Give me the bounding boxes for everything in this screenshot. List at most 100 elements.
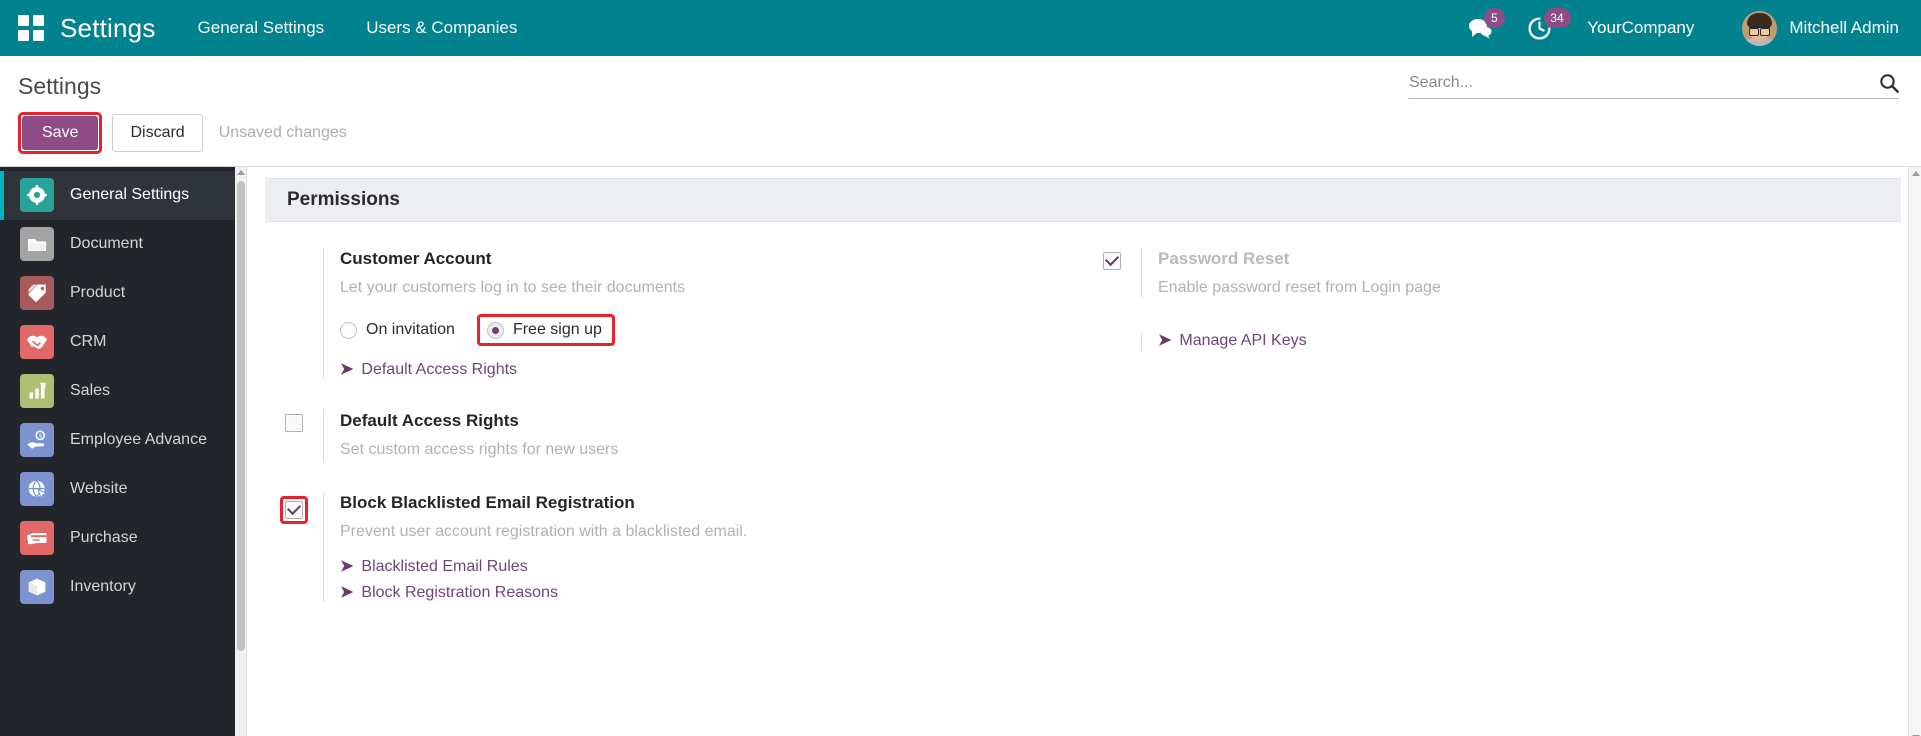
sidebar-item-label: CRM xyxy=(70,333,106,351)
settings-grid: Customer Account Let your customers log … xyxy=(265,222,1901,633)
setting-description: Prevent user account registration with a… xyxy=(340,521,1083,543)
checkbox-cell-spacer xyxy=(1083,332,1141,336)
nav-item-general-settings[interactable]: General Settings xyxy=(198,18,325,38)
sidebar-item-purchase[interactable]: Purchase xyxy=(0,514,235,563)
password-reset-checkbox[interactable] xyxy=(1103,252,1121,270)
settings-right-column: Password Reset Enable password reset fro… xyxy=(1083,248,1901,633)
sidebar-item-label: Website xyxy=(70,480,128,498)
checkbox-cell xyxy=(265,410,323,432)
gear-icon xyxy=(20,178,54,212)
settings-content-inner: Permissions Customer Account Let your cu… xyxy=(247,178,1921,633)
user-menu[interactable]: Mitchell Admin xyxy=(1742,11,1899,46)
radio-label: Free sign up xyxy=(513,321,602,339)
link-label: Block Registration Reasons xyxy=(361,584,558,602)
radio-free-sign-up[interactable]: Free sign up xyxy=(487,321,602,339)
sidebar-item-general-settings[interactable]: General Settings xyxy=(0,171,235,220)
activities-count-badge: 34 xyxy=(1544,8,1570,28)
checkbox-cell xyxy=(265,492,323,524)
sidebar-item-label: Product xyxy=(70,284,125,302)
sidebar-item-website[interactable]: Website xyxy=(0,465,235,514)
arrow-right-icon: ➤ xyxy=(340,585,353,601)
globe-cursor-icon xyxy=(20,472,54,506)
settings-left-column: Customer Account Let your customers log … xyxy=(265,248,1083,633)
link-blacklisted-email-rules[interactable]: ➤ Blacklisted Email Rules xyxy=(340,558,1083,576)
box-icon xyxy=(20,570,54,604)
setting-customer-account: Customer Account Let your customers log … xyxy=(265,248,1083,380)
sidebar-item-crm[interactable]: CRM xyxy=(0,318,235,367)
sidebar-item-label: Sales xyxy=(70,382,110,400)
settings-content: Permissions Customer Account Let your cu… xyxy=(247,167,1921,736)
handshake-icon xyxy=(20,325,54,359)
block-blacklisted-checkbox-highlight xyxy=(280,496,308,524)
messages-button[interactable]: 5 xyxy=(1468,17,1492,39)
setting-manage-api-keys: ➤ Manage API Keys xyxy=(1083,332,1901,350)
scroll-up-arrow-icon[interactable] xyxy=(237,170,245,175)
unsaved-changes-label: Unsaved changes xyxy=(219,124,347,142)
arrow-right-icon: ➤ xyxy=(340,559,353,575)
setting-description: Let your customers log in to see their d… xyxy=(340,277,1083,299)
app-name[interactable]: Settings xyxy=(60,13,156,44)
sidebar-item-employee-advance[interactable]: $ Employee Advance xyxy=(0,416,235,465)
link-block-registration-reasons[interactable]: ➤ Block Registration Reasons xyxy=(340,584,1083,602)
arrow-right-icon: ➤ xyxy=(340,362,353,378)
sidebar-item-document[interactable]: Document xyxy=(0,220,235,269)
setting-text: Password Reset Enable password reset fro… xyxy=(1141,248,1901,299)
sidebar-item-label: Document xyxy=(70,235,143,253)
block-blacklisted-email-checkbox[interactable] xyxy=(285,501,303,519)
search-input[interactable] xyxy=(1409,74,1879,92)
setting-title: Password Reset xyxy=(1158,248,1901,270)
section-title-permissions: Permissions xyxy=(265,178,1901,222)
setting-text: ➤ Manage API Keys xyxy=(1141,332,1901,350)
radio-label: On invitation xyxy=(366,321,455,339)
default-access-rights-checkbox[interactable] xyxy=(285,414,303,432)
free-sign-up-highlight: Free sign up xyxy=(477,314,615,346)
search-view xyxy=(1409,73,1899,99)
setting-default-access-rights: Default Access Rights Set custom access … xyxy=(265,410,1083,461)
setting-text: Block Blacklisted Email Registration Pre… xyxy=(323,492,1083,602)
activities-button[interactable]: 34 xyxy=(1528,17,1551,40)
setting-title: Customer Account xyxy=(340,248,1083,270)
control-panel: Settings Save Discard Unsaved changes xyxy=(0,56,1921,167)
setting-text: Default Access Rights Set custom access … xyxy=(323,410,1083,461)
top-navbar: Settings General Settings Users & Compan… xyxy=(0,0,1921,56)
setting-description: Set custom access rights for new users xyxy=(340,439,1083,461)
topbar-right-group: 5 34 YourCompany Mitchell Admin xyxy=(1468,11,1899,46)
nav-item-users-companies[interactable]: Users & Companies xyxy=(366,18,517,38)
link-default-access-rights[interactable]: ➤ Default Access Rights xyxy=(340,361,1083,379)
messages-count-badge: 5 xyxy=(1484,8,1505,28)
setting-description: Enable password reset from Login page xyxy=(1158,277,1901,299)
radio-icon[interactable] xyxy=(340,322,357,339)
sidebar-item-label: Employee Advance xyxy=(70,431,207,449)
svg-text:$: $ xyxy=(39,434,42,440)
content-vertical-scrollbar[interactable] xyxy=(1908,167,1921,736)
link-label: Default Access Rights xyxy=(361,361,517,379)
customer-account-radio-group: On invitation Free sign up xyxy=(340,314,1083,346)
sidebar-item-sales[interactable]: Sales xyxy=(0,367,235,416)
credit-cards-icon xyxy=(20,521,54,555)
radio-on-invitation[interactable]: On invitation xyxy=(340,321,455,339)
search-icon[interactable] xyxy=(1879,73,1899,93)
settings-sidebar: General Settings Document Product xyxy=(0,167,235,736)
setting-text: Customer Account Let your customers log … xyxy=(323,248,1083,380)
discard-button[interactable]: Discard xyxy=(112,114,202,152)
save-button[interactable]: Save xyxy=(22,116,98,150)
scroll-up-arrow-icon[interactable] xyxy=(1912,171,1920,176)
breadcrumb[interactable]: Settings xyxy=(18,73,101,100)
sidebar-item-product[interactable]: Product xyxy=(0,269,235,318)
radio-icon[interactable] xyxy=(487,322,504,339)
link-label: Manage API Keys xyxy=(1179,332,1306,350)
scrollbar-thumb[interactable] xyxy=(237,181,245,651)
sidebar-item-label: Purchase xyxy=(70,529,138,547)
settings-scrollbar[interactable] xyxy=(235,167,247,736)
company-switcher[interactable]: YourCompany xyxy=(1587,18,1694,38)
checkbox-cell-spacer xyxy=(265,248,323,252)
price-tag-icon xyxy=(20,276,54,310)
user-name: Mitchell Admin xyxy=(1789,18,1899,38)
sidebar-item-inventory[interactable]: Inventory xyxy=(0,563,235,612)
link-manage-api-keys[interactable]: ➤ Manage API Keys xyxy=(1158,332,1901,350)
arrow-right-icon: ➤ xyxy=(1158,333,1171,349)
setting-password-reset: Password Reset Enable password reset fro… xyxy=(1083,248,1901,299)
bar-chart-icon xyxy=(20,374,54,408)
setting-title: Block Blacklisted Email Registration xyxy=(340,492,1083,514)
apps-grid-icon[interactable] xyxy=(18,15,44,41)
